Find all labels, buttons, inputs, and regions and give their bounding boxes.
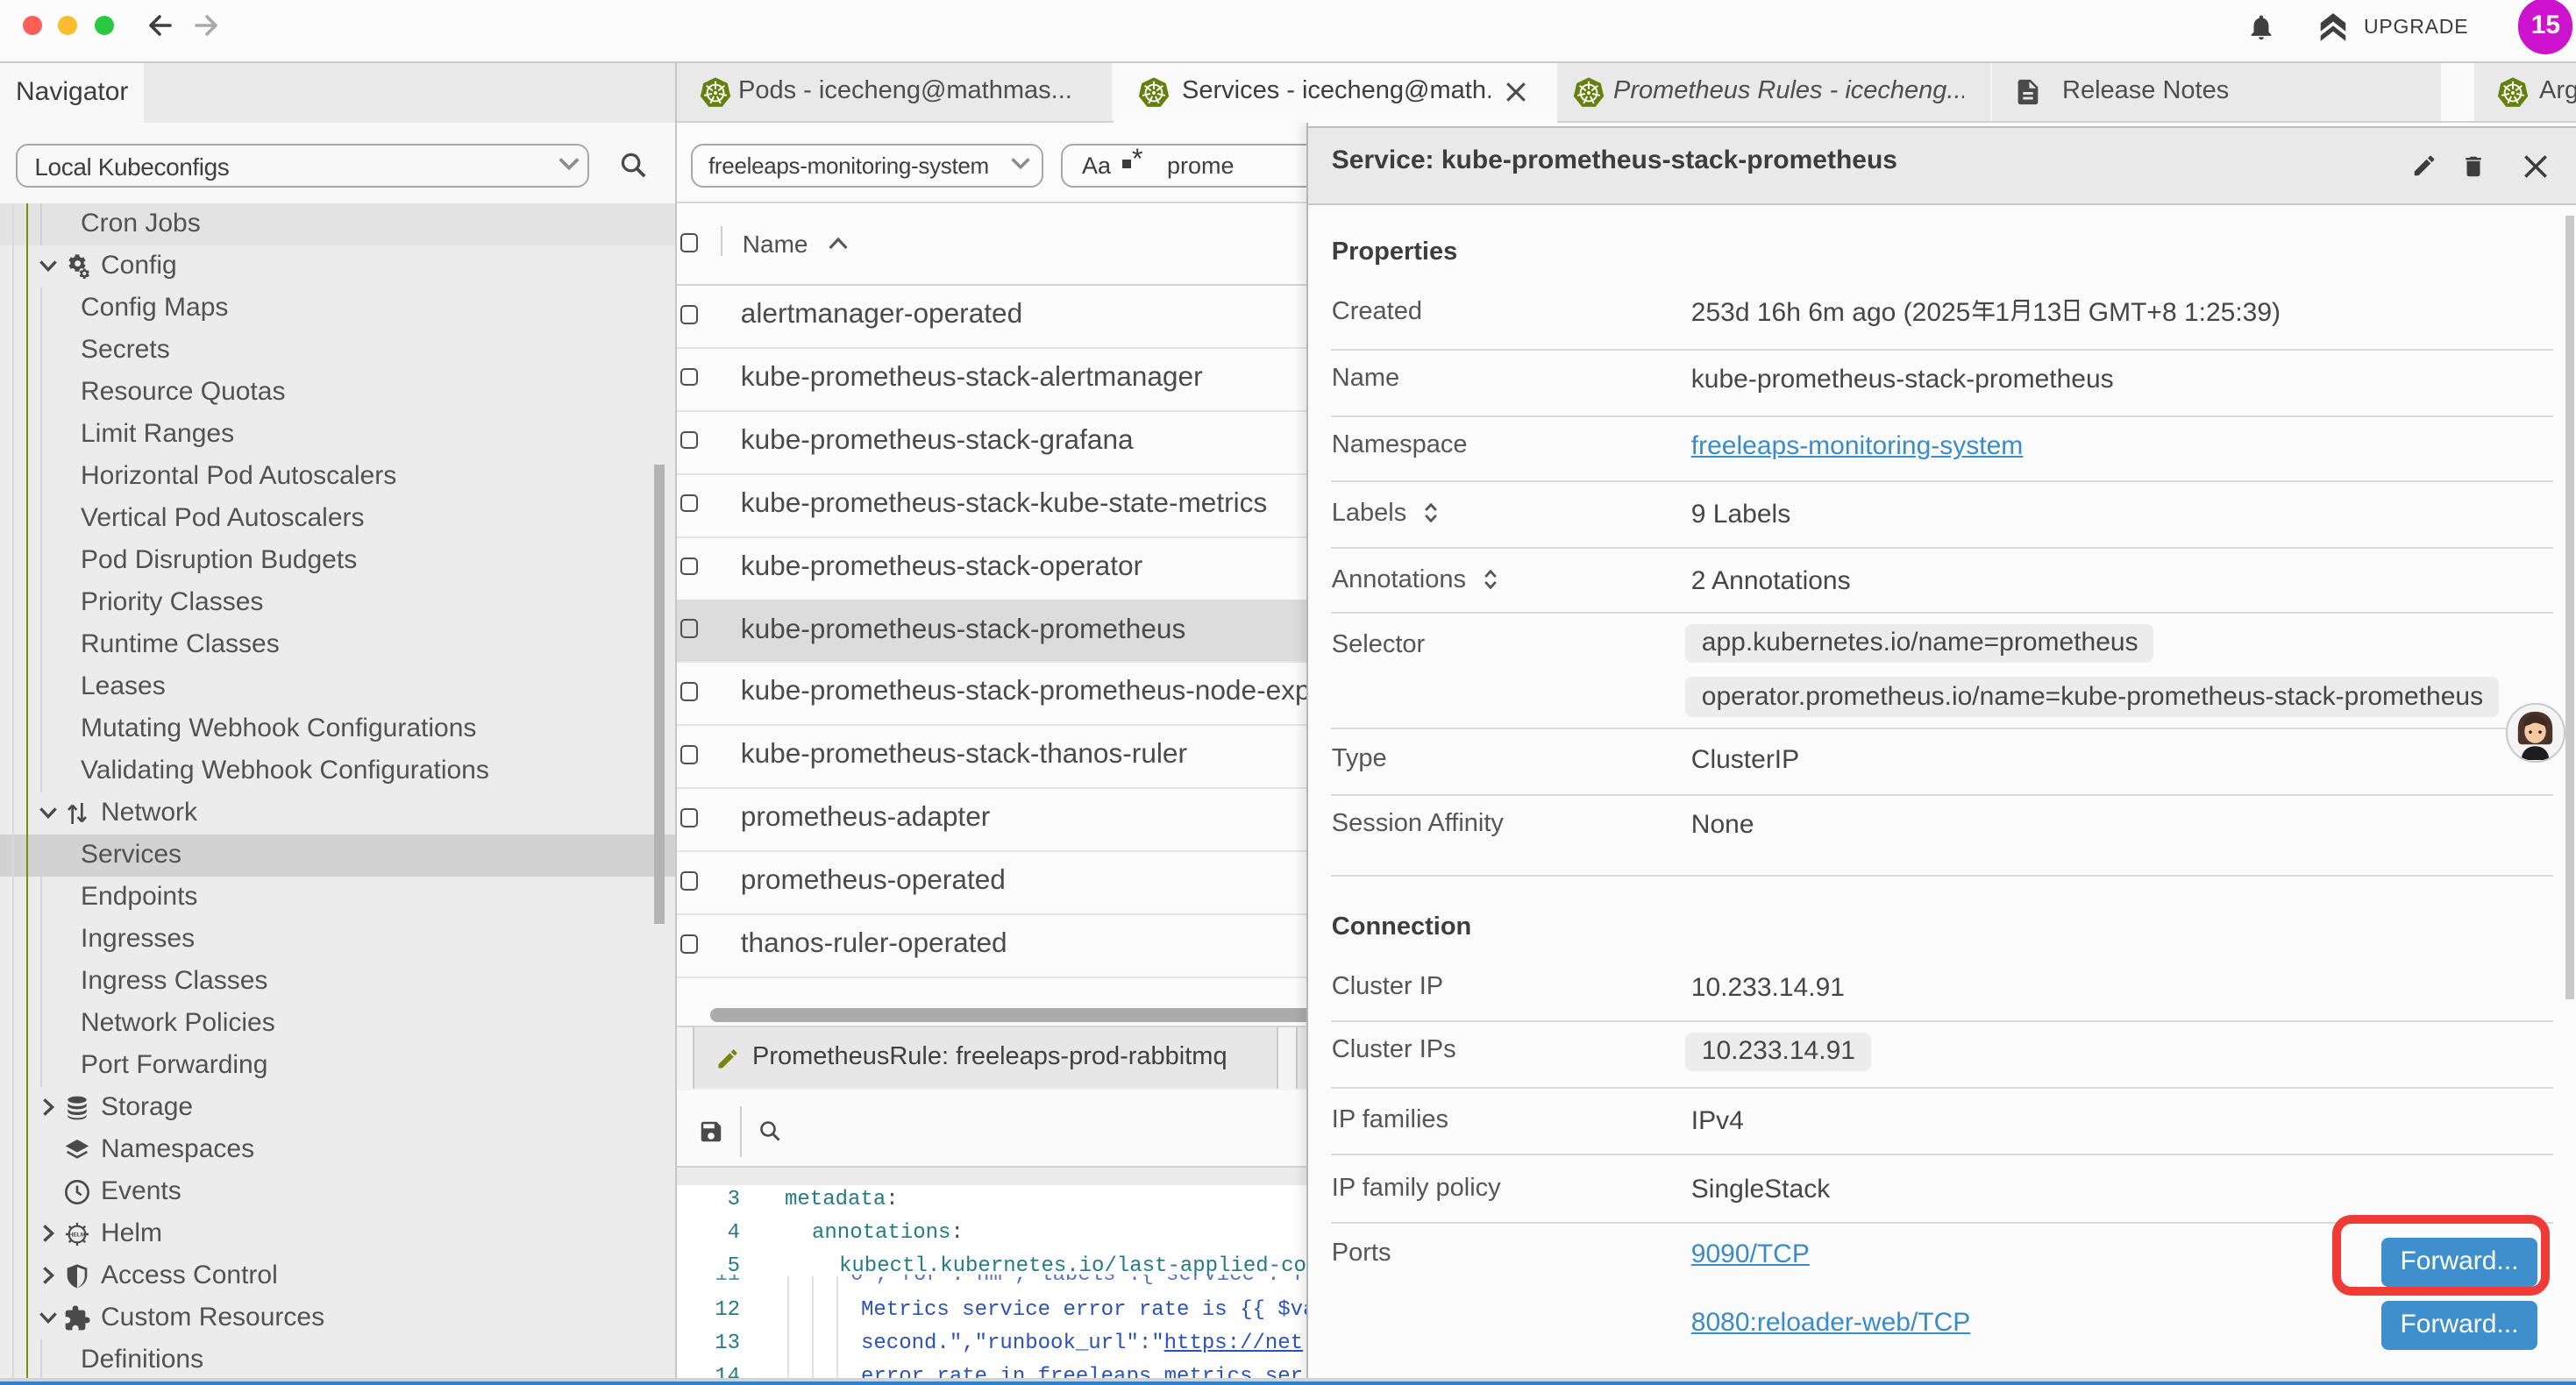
svg-text:HELM: HELM xyxy=(69,1231,86,1237)
